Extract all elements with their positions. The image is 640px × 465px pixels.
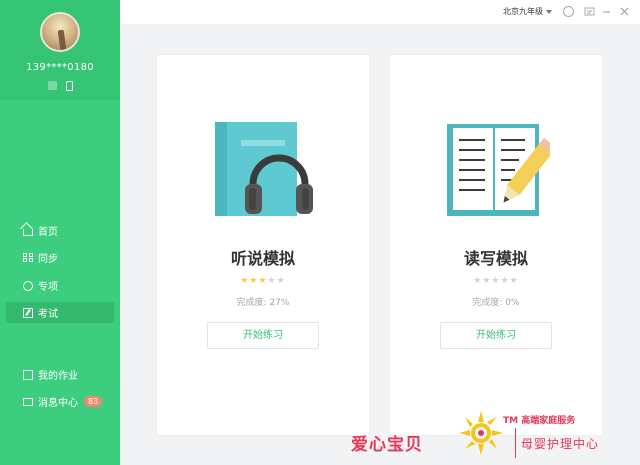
exam-icon <box>23 307 33 318</box>
close-icon[interactable] <box>619 6 630 17</box>
region-grade-selector[interactable]: 北京九年级 <box>503 6 552 17</box>
message-icon <box>23 397 33 406</box>
profile-panel: 139****0180 <box>0 0 120 100</box>
sidebar-item-home[interactable]: 首页 <box>6 220 114 241</box>
progress-text: 完成度: 0% <box>472 298 520 308</box>
star-icon: ★ <box>500 276 510 286</box>
brand-subtitle: 母婴护理中心 <box>521 437 600 451</box>
rating-stars: ★★★★★ <box>157 276 369 286</box>
start-practice-button[interactable]: 开始练习 <box>440 322 552 349</box>
brand-tagline: TM 高端家庭服务 <box>503 416 576 426</box>
pc-icon[interactable] <box>48 81 57 90</box>
phone-number: 139****0180 <box>26 62 94 73</box>
chevron-down-icon <box>546 9 552 14</box>
sidebar-item-label: 考试 <box>38 309 58 320</box>
chat-icon[interactable] <box>563 6 574 17</box>
sidebar-item-label: 我的作业 <box>38 371 78 382</box>
sidebar: 139****0180 首页 同步 专项 考试 我的作业 消息中心 83 <box>0 0 120 465</box>
brand-divider <box>515 428 516 458</box>
brand-watermark: 爱心宝贝 TM 高端家庭服务 母婴护理中心 <box>345 408 640 465</box>
homework-icon <box>23 369 33 380</box>
card-title: 听说模拟 <box>230 249 295 268</box>
star-icon: ★ <box>491 276 501 286</box>
star-icon: ★ <box>258 276 268 286</box>
star-icon: ★ <box>267 276 277 286</box>
sidebar-item-label: 首页 <box>38 227 58 238</box>
headphones-book-icon <box>215 122 313 216</box>
title-bar: 北京九年级 <box>120 0 640 24</box>
star-icon: ★ <box>509 276 519 286</box>
target-icon <box>23 280 33 291</box>
sidebar-item-special[interactable]: 专项 <box>6 275 114 296</box>
sidebar-item-label: 专项 <box>38 282 58 293</box>
device-switch <box>48 81 73 91</box>
brand-name: 爱心宝贝 <box>351 435 423 455</box>
open-book-pencil-icon <box>447 124 550 216</box>
star-icon: ★ <box>473 276 483 286</box>
sun-logo-icon <box>459 411 503 455</box>
progress-text: 完成度: 27% <box>236 298 290 308</box>
start-practice-button[interactable]: 开始练习 <box>207 322 319 349</box>
card-title: 读写模拟 <box>463 249 528 268</box>
settings-icon[interactable] <box>584 6 595 17</box>
mobile-icon[interactable] <box>66 81 73 91</box>
avatar[interactable] <box>40 12 80 52</box>
reading-writing-card[interactable]: 读写模拟 ★★★★★ 完成度: 0% 开始练习 <box>390 55 602 435</box>
home-icon <box>23 228 33 236</box>
sidebar-item-label: 同步 <box>38 254 58 265</box>
sidebar-item-messages[interactable]: 消息中心 83 <box>6 391 114 412</box>
sidebar-item-sync[interactable]: 同步 <box>6 247 114 268</box>
rating-stars: ★★★★★ <box>390 276 602 286</box>
sidebar-item-label: 消息中心 <box>38 398 78 409</box>
star-icon: ★ <box>240 276 250 286</box>
listening-speaking-card[interactable]: 听说模拟 ★★★★★ 完成度: 27% 开始练习 <box>157 55 369 435</box>
star-icon: ★ <box>276 276 286 286</box>
minimize-icon[interactable] <box>601 6 612 17</box>
region-grade-label: 北京九年级 <box>503 7 543 16</box>
sidebar-item-exam[interactable]: 考试 <box>6 302 114 323</box>
message-count-badge: 83 <box>84 396 103 407</box>
sidebar-item-homework[interactable]: 我的作业 <box>6 364 114 385</box>
grid-icon <box>23 252 33 263</box>
